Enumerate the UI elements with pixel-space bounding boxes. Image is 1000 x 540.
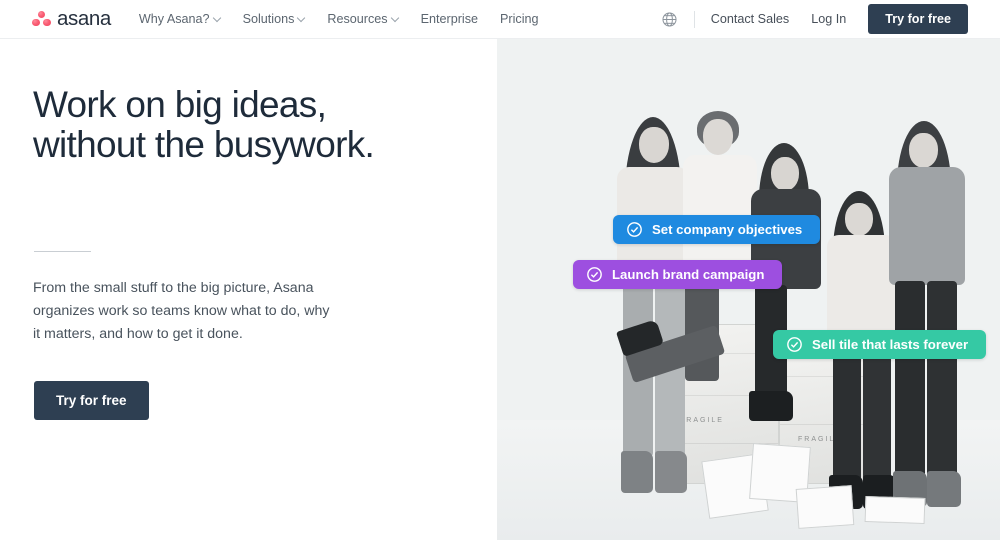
nav-label: Solutions [242, 12, 295, 26]
check-circle-icon [787, 337, 802, 352]
hero-left-column: Work on big ideas, without the busywork.… [0, 39, 497, 540]
team-photo: FRAGILE FRAGILE [497, 39, 1000, 540]
crate-label: FRAGILE [680, 417, 724, 424]
hero-subcopy: From the small stuff to the big picture,… [33, 280, 330, 342]
task-pill-label: Set company objectives [652, 222, 803, 237]
nav-item-enterprise[interactable]: Enterprise [421, 12, 478, 26]
globe-icon[interactable] [661, 11, 678, 28]
floor-tile [795, 485, 855, 529]
nav-item-pricing[interactable]: Pricing [500, 12, 539, 26]
try-for-free-header-button[interactable]: Try for free [868, 4, 968, 34]
try-for-free-cta-button[interactable]: Try for free [34, 381, 149, 420]
nav-item-resources[interactable]: Resources [327, 12, 398, 26]
headline-line-2: without the busywork. [33, 124, 375, 166]
landing-page: asana Why Asana? Solutions Resources Ent… [0, 0, 1000, 540]
nav-item-why-asana[interactable]: Why Asana? [139, 12, 221, 26]
page-title: Work on big ideas, without the busywork. [33, 84, 463, 166]
chevron-down-icon [392, 15, 399, 22]
site-header: asana Why Asana? Solutions Resources Ent… [0, 0, 1000, 39]
header-actions: Contact Sales Log In Try for free [661, 4, 968, 34]
floor-tile [864, 495, 926, 525]
nav-item-solutions[interactable]: Solutions [243, 12, 306, 26]
task-pill-label: Sell tile that lasts forever [812, 337, 969, 352]
nav-label: Why Asana? [138, 12, 210, 26]
nav-label: Resources [327, 12, 388, 26]
nav-label: Pricing [500, 12, 539, 26]
header-divider [693, 10, 695, 28]
task-pill-set-company-objectives[interactable]: Set company objectives [613, 215, 821, 244]
hero-divider-rule [34, 251, 91, 252]
chevron-down-icon [214, 15, 221, 22]
headline-line-1: Work on big ideas, [33, 84, 327, 125]
task-pill-launch-brand-campaign[interactable]: Launch brand campaign [573, 260, 783, 289]
chevron-down-icon [298, 15, 305, 22]
task-pill-label: Launch brand campaign [612, 267, 765, 282]
main-nav: Why Asana? Solutions Resources Enterpris… [139, 12, 539, 26]
check-circle-icon [627, 222, 642, 237]
nav-label: Enterprise [420, 12, 478, 26]
logo-wordmark: asana [57, 6, 111, 30]
asana-logo[interactable]: asana [32, 6, 111, 30]
task-pill-sell-tile-that-lasts-forever[interactable]: Sell tile that lasts forever [773, 330, 987, 359]
asana-dots-logo [32, 10, 51, 28]
hero-right-panel: FRAGILE FRAGILE Set company objectives L… [497, 39, 1000, 540]
check-circle-icon [587, 267, 602, 282]
contact-sales-link[interactable]: Contact Sales [711, 12, 789, 26]
log-in-link[interactable]: Log In [811, 12, 846, 26]
